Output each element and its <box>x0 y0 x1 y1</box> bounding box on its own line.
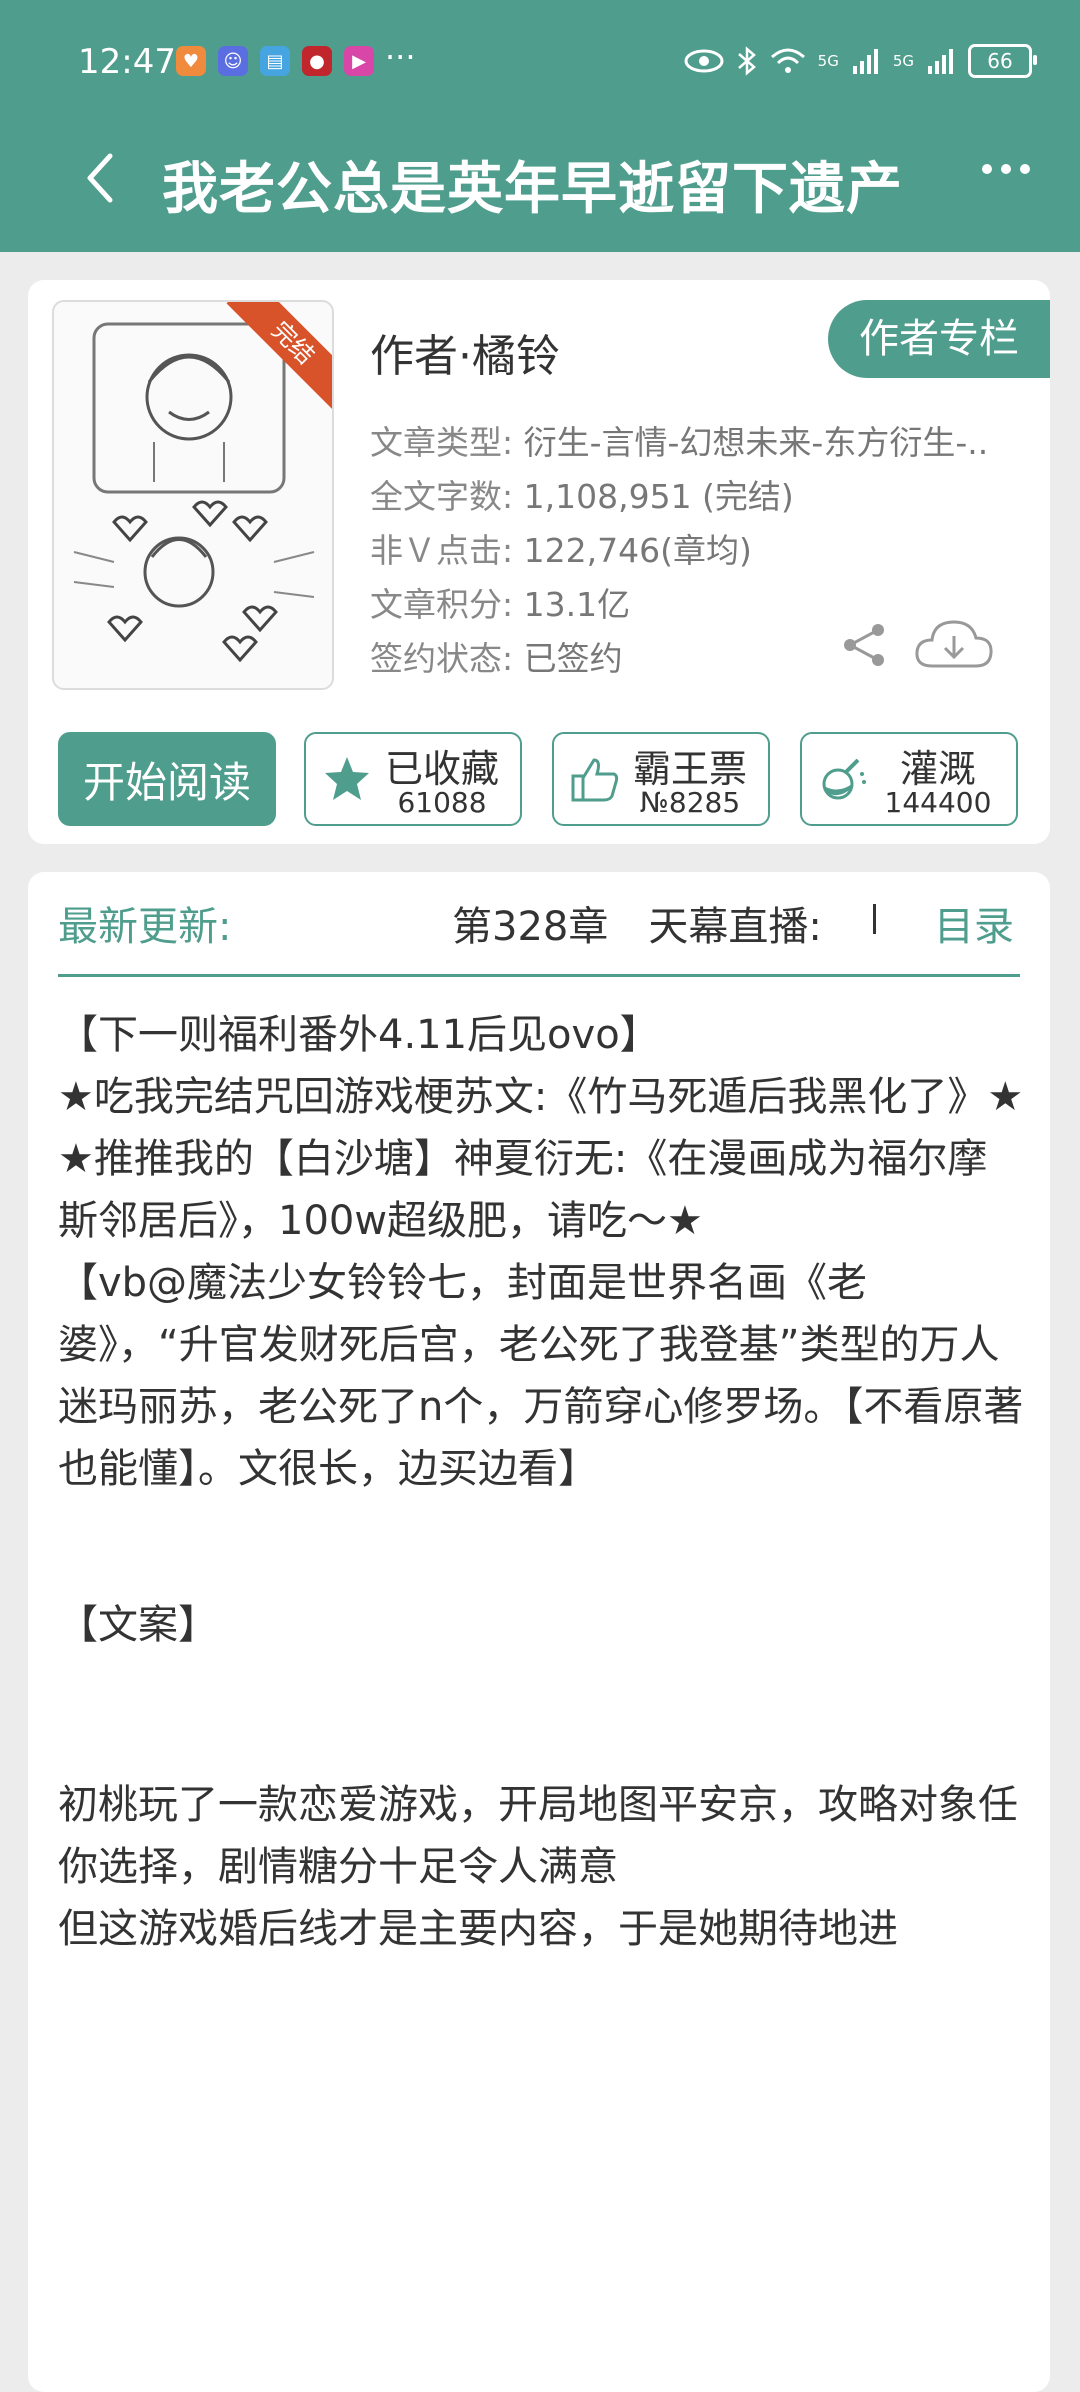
meta-word-count: 全文字数: 1,108,951 (完结) <box>370 477 794 516</box>
divider <box>58 974 1020 977</box>
back-arrow-icon[interactable] <box>80 148 120 208</box>
more-notifications-icon: ··· <box>385 38 416 76</box>
video-app-icon: ▶ <box>344 46 374 76</box>
book-description: 【下一则福利番外4.11后见ovo】 ★吃我完结咒回游戏梗苏文:《竹马死遁后我黑… <box>58 1004 1024 1960</box>
page-title: 我老公总是英年早逝留下遗产 <box>162 157 903 222</box>
nutrition-button[interactable]: 灌溉 144400 <box>800 732 1018 826</box>
notification-icons: ♥ ☺ ▤ ● ▶ <box>176 46 374 76</box>
app-notification-icon: ☺ <box>218 46 248 76</box>
status-time: 12:47 <box>78 42 176 82</box>
signal-icon <box>928 49 953 74</box>
signal-icon <box>852 49 878 74</box>
meta-genre: 文章类型: 衍生-言情-幻想未来-东方衍生-.. <box>370 423 989 462</box>
dot-icon <box>982 164 992 174</box>
content-card: 最新更新: 第328章 天幕直播: 目录 【下一则福利番外4.11后见ovo】 … <box>28 872 1050 2392</box>
description-paragraph: 【文案】 <box>58 1602 218 1648</box>
ticket-button[interactable]: 霸王票 №8285 <box>552 732 770 826</box>
thumbs-up-icon <box>571 758 619 802</box>
nutrition-label: 灌溉 <box>899 747 976 791</box>
author-column-button[interactable]: 作者专栏 <box>828 300 1050 378</box>
author-name[interactable]: 作者·橘铃 <box>370 320 560 384</box>
description-paragraph: 但这游戏婚后线才是主要内容，于是她期待地进 <box>58 1906 898 1952</box>
wifi-icon <box>770 48 805 73</box>
bluetooth-icon <box>737 46 756 76</box>
ticket-label: 霸王票 <box>632 747 747 791</box>
tmall-icon: ● <box>302 46 332 76</box>
description-paragraph: ★吃我完结咒回游戏梗苏文:《竹马死遁后我黑化了》★ <box>58 1074 1024 1120</box>
star-icon <box>325 757 369 800</box>
favorite-button[interactable]: 已收藏 61088 <box>304 732 522 826</box>
book-app-icon: ▤ <box>260 46 290 76</box>
separator <box>873 904 876 934</box>
dot-icon <box>1020 164 1030 174</box>
table-of-contents-link[interactable]: 目录 <box>934 894 1014 952</box>
meta-clicks: 非Ｖ点击: 122,746(章均) <box>370 531 752 570</box>
network-label: 5G <box>892 52 914 70</box>
latest-chapter-link[interactable]: 第328章 天幕直播: <box>452 894 822 952</box>
nutrition-count: 144400 <box>884 786 992 819</box>
favorite-label: 已收藏 <box>384 747 499 791</box>
description-paragraph: 【vb@魔法少女铃铃七，封面是世界名画《老婆》，“升官发财死后宫，老公死了我登基… <box>58 1260 1024 1492</box>
start-reading-button[interactable]: 开始阅读 <box>58 732 276 826</box>
top-app-bar: 12:47 ♥ ☺ ▤ ● ▶ ··· 5G 5G 66 我老公总是英年早逝留下… <box>0 0 1080 252</box>
cloud-download-icon[interactable] <box>914 616 994 672</box>
dot-icon <box>1001 164 1011 174</box>
more-options-button[interactable] <box>982 164 1030 174</box>
app-notification-icon: ♥ <box>176 46 206 76</box>
book-cover[interactable]: 完结 <box>52 300 334 690</box>
battery-icon: 66 <box>968 44 1037 78</box>
system-status: 5G 5G 66 <box>684 44 1037 78</box>
favorite-count: 61088 <box>397 786 487 819</box>
book-info-card: 完结 作者·橘铃 作者专栏 文章类型: 衍生-言情-幻想未来-东方衍生-.. 全… <box>28 280 1050 844</box>
flask-icon <box>822 758 866 800</box>
description-paragraph: 【下一则福利番外4.11后见ovo】 <box>58 1012 660 1058</box>
status-bar: 12:47 ♥ ☺ ▤ ● ▶ ··· 5G 5G 66 <box>0 0 1080 128</box>
description-paragraph: 初桃玩了一款恋爱游戏，开局地图平安京，攻略对象任你选择，剧情糖分十足令人满意 <box>58 1782 1018 1890</box>
share-icon[interactable] <box>840 620 890 670</box>
eye-icon <box>684 49 724 73</box>
latest-update-label: 最新更新: <box>58 904 232 950</box>
ticket-count: №8285 <box>639 786 741 819</box>
network-label: 5G <box>817 52 839 70</box>
description-paragraph: ★推推我的【白沙塘】神夏衍无:《在漫画成为福尔摩斯邻居后》，100w超级肥，请吃… <box>58 1136 988 1244</box>
